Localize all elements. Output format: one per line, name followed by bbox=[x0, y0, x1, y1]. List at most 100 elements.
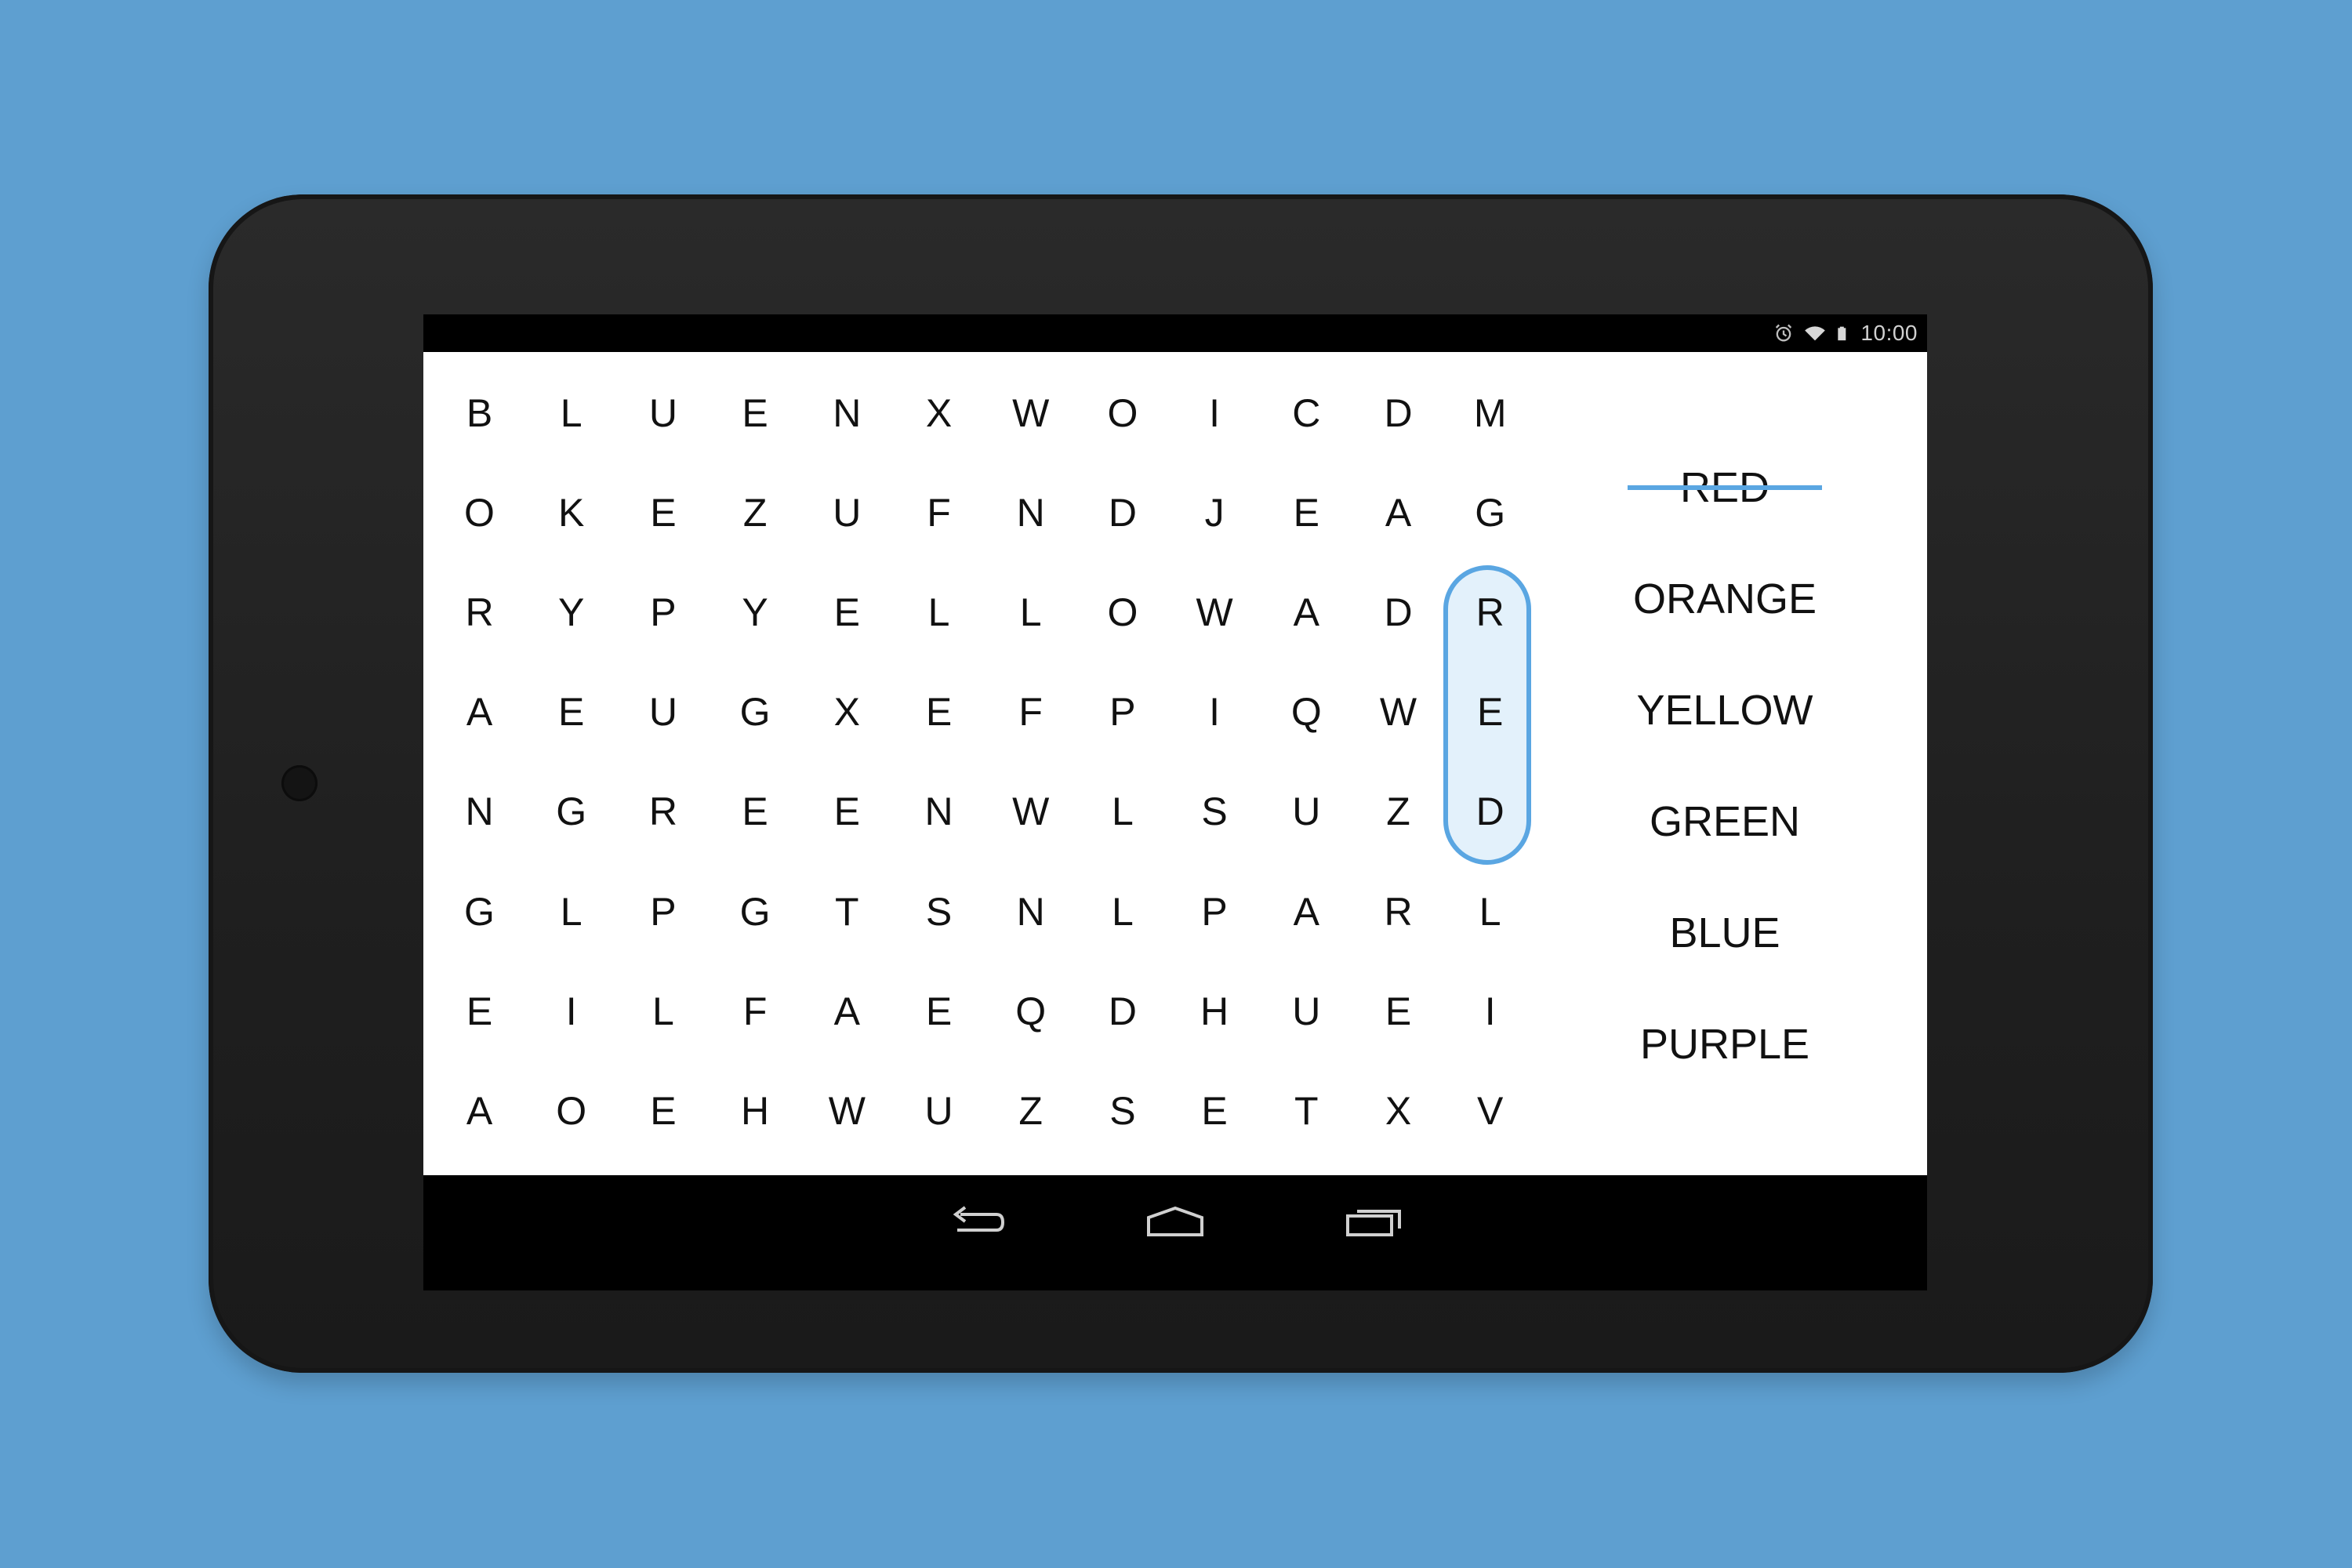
grid-cell[interactable]: L bbox=[985, 562, 1076, 662]
grid-cell[interactable]: O bbox=[1076, 562, 1168, 662]
grid-cell[interactable]: U bbox=[617, 363, 709, 463]
back-button[interactable] bbox=[942, 1199, 1013, 1246]
grid-cell[interactable]: R bbox=[434, 562, 525, 662]
grid-cell[interactable]: U bbox=[1261, 961, 1352, 1061]
grid-cell[interactable]: N bbox=[985, 463, 1076, 562]
grid-cell[interactable]: W bbox=[1169, 562, 1261, 662]
grid-cell[interactable]: I bbox=[1169, 363, 1261, 463]
grid-cell[interactable]: L bbox=[525, 363, 617, 463]
grid-cell[interactable]: L bbox=[1444, 862, 1536, 961]
grid-cell[interactable]: D bbox=[1444, 762, 1536, 862]
grid-cell[interactable]: D bbox=[1352, 562, 1444, 662]
grid-cell[interactable]: N bbox=[801, 363, 893, 463]
grid-cell[interactable]: A bbox=[1352, 463, 1444, 562]
grid-cell[interactable]: E bbox=[1352, 961, 1444, 1061]
grid-cell[interactable]: I bbox=[1444, 961, 1536, 1061]
grid-cell[interactable]: R bbox=[1352, 862, 1444, 961]
grid-cell[interactable]: W bbox=[1352, 662, 1444, 762]
grid-cell[interactable]: X bbox=[801, 662, 893, 762]
battery-icon bbox=[1838, 326, 1846, 341]
grid-cell[interactable]: E bbox=[893, 961, 985, 1061]
grid-cell[interactable]: Q bbox=[985, 961, 1076, 1061]
grid-cell[interactable]: M bbox=[1444, 363, 1536, 463]
grid-cell[interactable]: G bbox=[525, 762, 617, 862]
grid-cell[interactable]: W bbox=[985, 762, 1076, 862]
grid-cell[interactable]: U bbox=[1261, 762, 1352, 862]
grid-cell[interactable]: I bbox=[1169, 662, 1261, 762]
grid-cell[interactable]: W bbox=[801, 1061, 893, 1160]
grid-cell[interactable]: O bbox=[525, 1061, 617, 1160]
grid-cell[interactable]: S bbox=[893, 862, 985, 961]
grid-cell[interactable]: N bbox=[985, 862, 1076, 961]
grid-cell[interactable]: A bbox=[434, 1061, 525, 1160]
grid-cell[interactable]: U bbox=[801, 463, 893, 562]
grid-cell[interactable]: P bbox=[617, 562, 709, 662]
grid-cell[interactable]: G bbox=[1444, 463, 1536, 562]
grid-cell[interactable]: V bbox=[1444, 1061, 1536, 1160]
grid-cell[interactable]: E bbox=[1444, 662, 1536, 762]
grid-cell[interactable]: G bbox=[710, 862, 801, 961]
grid-cell[interactable]: N bbox=[893, 762, 985, 862]
grid-cell[interactable]: H bbox=[710, 1061, 801, 1160]
grid-cell[interactable]: Z bbox=[985, 1061, 1076, 1160]
grid-cell[interactable]: K bbox=[525, 463, 617, 562]
grid-cell[interactable]: U bbox=[893, 1061, 985, 1160]
grid-cell[interactable]: X bbox=[893, 363, 985, 463]
grid-cell[interactable]: E bbox=[525, 662, 617, 762]
grid-cell[interactable]: Z bbox=[1352, 762, 1444, 862]
grid-cell[interactable]: N bbox=[434, 762, 525, 862]
grid-cell[interactable]: P bbox=[1169, 862, 1261, 961]
grid-cell[interactable]: Q bbox=[1261, 662, 1352, 762]
grid-cell[interactable]: A bbox=[434, 662, 525, 762]
grid-cell[interactable]: E bbox=[617, 463, 709, 562]
grid-cell[interactable]: Y bbox=[525, 562, 617, 662]
grid-cell[interactable]: E bbox=[710, 762, 801, 862]
recent-apps-button[interactable] bbox=[1339, 1199, 1410, 1246]
grid-cell[interactable]: U bbox=[617, 662, 709, 762]
grid-cell[interactable]: T bbox=[801, 862, 893, 961]
grid-cell[interactable]: I bbox=[525, 961, 617, 1061]
grid-cell[interactable]: D bbox=[1076, 463, 1168, 562]
grid-cell[interactable]: W bbox=[985, 363, 1076, 463]
grid-cell[interactable]: L bbox=[1076, 862, 1168, 961]
grid-cell[interactable]: L bbox=[617, 961, 709, 1061]
grid-cell[interactable]: T bbox=[1261, 1061, 1352, 1160]
home-button[interactable] bbox=[1140, 1199, 1210, 1246]
grid-cell[interactable]: E bbox=[801, 562, 893, 662]
grid-cell[interactable]: G bbox=[710, 662, 801, 762]
grid-cell[interactable]: E bbox=[801, 762, 893, 862]
grid-cell[interactable]: E bbox=[1261, 463, 1352, 562]
grid-cell[interactable]: O bbox=[434, 463, 525, 562]
grid-cell[interactable]: C bbox=[1261, 363, 1352, 463]
grid-cell[interactable]: F bbox=[985, 662, 1076, 762]
grid-cell[interactable]: F bbox=[710, 961, 801, 1061]
grid-cell[interactable]: P bbox=[617, 862, 709, 961]
grid-cell[interactable]: E bbox=[710, 363, 801, 463]
grid-cell[interactable]: E bbox=[617, 1061, 709, 1160]
grid-cell[interactable]: P bbox=[1076, 662, 1168, 762]
grid-cell[interactable]: B bbox=[434, 363, 525, 463]
grid-cell[interactable]: A bbox=[1261, 562, 1352, 662]
grid-cell[interactable]: E bbox=[434, 961, 525, 1061]
grid-cell[interactable]: E bbox=[893, 662, 985, 762]
grid-cell[interactable]: G bbox=[434, 862, 525, 961]
grid-cell[interactable]: F bbox=[893, 463, 985, 562]
grid-cell[interactable]: L bbox=[525, 862, 617, 961]
grid-cell[interactable]: L bbox=[893, 562, 985, 662]
grid-cell[interactable]: J bbox=[1169, 463, 1261, 562]
grid-cell[interactable]: D bbox=[1352, 363, 1444, 463]
grid-cell[interactable]: R bbox=[617, 762, 709, 862]
grid-cell[interactable]: S bbox=[1169, 762, 1261, 862]
grid-cell[interactable]: Y bbox=[710, 562, 801, 662]
grid-cell[interactable]: E bbox=[1169, 1061, 1261, 1160]
grid-cell[interactable]: X bbox=[1352, 1061, 1444, 1160]
grid-cell[interactable]: H bbox=[1169, 961, 1261, 1061]
grid-cell[interactable]: R bbox=[1444, 562, 1536, 662]
grid-cell[interactable]: A bbox=[801, 961, 893, 1061]
grid-cell[interactable]: L bbox=[1076, 762, 1168, 862]
grid-cell[interactable]: S bbox=[1076, 1061, 1168, 1160]
grid-cell[interactable]: A bbox=[1261, 862, 1352, 961]
grid-cell[interactable]: O bbox=[1076, 363, 1168, 463]
grid-cell[interactable]: Z bbox=[710, 463, 801, 562]
grid-cell[interactable]: D bbox=[1076, 961, 1168, 1061]
